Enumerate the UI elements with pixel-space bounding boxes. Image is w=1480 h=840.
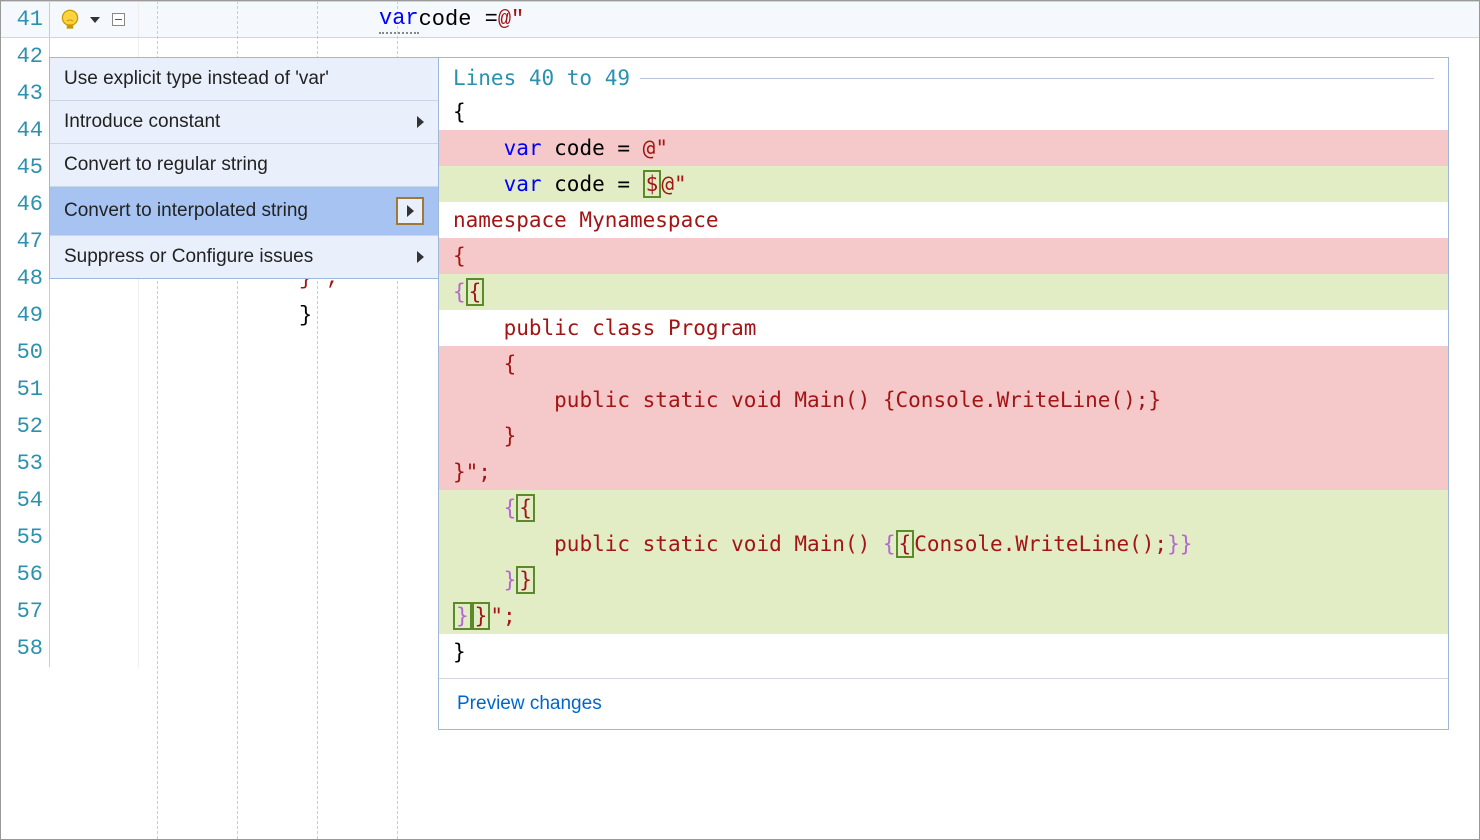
quick-action-label: Introduce constant — [64, 111, 220, 133]
line-number: 57 — [1, 599, 49, 624]
preview-divider — [640, 78, 1434, 79]
line-number: 52 — [1, 414, 49, 439]
quick-action-label: Convert to regular string — [64, 154, 268, 176]
line-number: 47 — [1, 229, 49, 254]
code-line[interactable]: var code = @" — [139, 2, 1479, 37]
line-number: 45 — [1, 155, 49, 180]
line-number: 42 — [1, 44, 49, 69]
chevron-right-icon — [417, 251, 424, 263]
lightbulb-icon[interactable] — [54, 4, 86, 36]
quick-action-label: Convert to interpolated string — [64, 200, 308, 222]
chevron-down-icon[interactable] — [90, 17, 100, 23]
line-number: 50 — [1, 340, 49, 365]
preview-line: { — [439, 94, 1448, 130]
preview-line: { — [439, 238, 1448, 274]
preview-line: var code = @" — [439, 130, 1448, 166]
quick-actions-menu[interactable]: Use explicit type instead of 'var' Introd… — [49, 57, 439, 279]
line-number: 43 — [1, 81, 49, 106]
preview-panel: Lines 40 to 49 { var code = @" var code … — [438, 57, 1449, 730]
preview-line: {{ — [439, 490, 1448, 526]
preview-header: Lines 40 to 49 — [453, 66, 630, 90]
preview-line: public static void Main() {{Console.Writ… — [439, 526, 1448, 562]
keyword-var: var — [379, 6, 419, 34]
preview-line: }} — [439, 562, 1448, 598]
fold-toggle-icon[interactable] — [112, 13, 125, 26]
quick-action-item[interactable]: Introduce constant — [50, 101, 438, 144]
line-number: 53 — [1, 451, 49, 476]
preview-line: {{ — [439, 274, 1448, 310]
line-number: 58 — [1, 636, 49, 661]
line-number: 54 — [1, 488, 49, 513]
line-number: 49 — [1, 303, 49, 328]
preview-line: } — [439, 634, 1448, 670]
quick-action-label: Suppress or Configure issues — [64, 246, 313, 268]
line-number: 46 — [1, 192, 49, 217]
chevron-right-icon — [417, 116, 424, 128]
line-number: 56 — [1, 562, 49, 587]
line-number: 41 — [1, 7, 49, 32]
submenu-indicator[interactable] — [396, 197, 424, 225]
preview-line: } — [439, 418, 1448, 454]
quick-action-item[interactable]: Convert to interpolated string — [50, 187, 438, 236]
quick-action-item[interactable]: Suppress or Configure issues — [50, 236, 438, 278]
preview-line: var code = $@" — [439, 166, 1448, 202]
line-number: 51 — [1, 377, 49, 402]
line-number: 55 — [1, 525, 49, 550]
quick-action-item[interactable]: Use explicit type instead of 'var' — [50, 58, 438, 101]
preview-line: }}"; — [439, 598, 1448, 634]
line-number: 48 — [1, 266, 49, 291]
quick-action-label: Use explicit type instead of 'var' — [64, 68, 329, 90]
preview-line: { — [439, 346, 1448, 382]
chevron-right-icon — [407, 205, 414, 217]
preview-changes-link[interactable]: Preview changes — [457, 693, 602, 714]
preview-line: public class Program — [439, 310, 1448, 346]
preview-line: }"; — [439, 454, 1448, 490]
preview-line: public static void Main() {Console.Write… — [439, 382, 1448, 418]
line-number: 44 — [1, 118, 49, 143]
preview-line: namespace Mynamespace — [439, 202, 1448, 238]
quick-action-item[interactable]: Convert to regular string — [50, 144, 438, 187]
preview-diff: { var code = @" var code = $@"namespace … — [439, 94, 1448, 678]
